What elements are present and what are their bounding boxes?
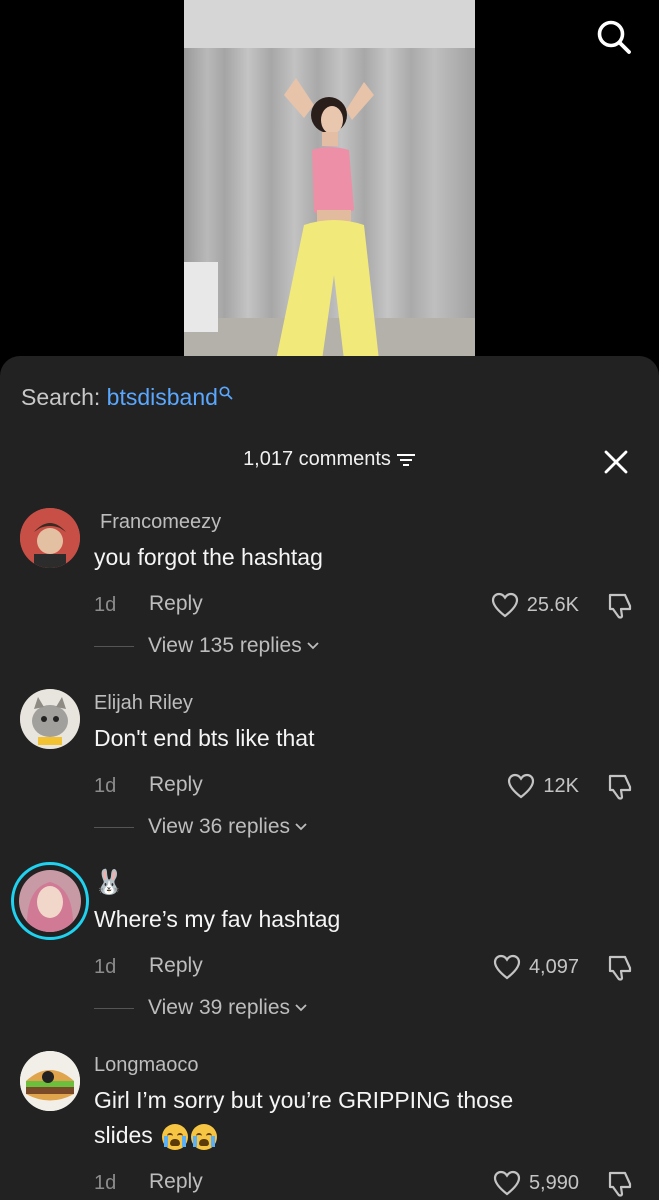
reply-button[interactable]: Reply bbox=[149, 1170, 203, 1194]
comment-text-line: slides bbox=[94, 1118, 218, 1153]
avatar[interactable] bbox=[20, 689, 80, 749]
comment-age: 1d bbox=[94, 956, 117, 978]
view-replies-button[interactable]: View 135 replies bbox=[94, 634, 320, 658]
like-count: 12K bbox=[543, 774, 579, 797]
chevron-down-icon bbox=[295, 1004, 307, 1012]
comment-text: Don't end bts like that bbox=[94, 725, 315, 751]
search-suggestion[interactable]: Search: btsdisband bbox=[21, 384, 233, 411]
divider-line bbox=[94, 826, 134, 828]
comment-text-line: Girl I’m sorry but you’re GRIPPING those bbox=[94, 1087, 514, 1113]
video-player[interactable] bbox=[0, 0, 659, 360]
like-button[interactable]: 5,990 bbox=[493, 1170, 579, 1196]
like-button[interactable]: 25.6K bbox=[491, 592, 579, 618]
view-replies-button[interactable]: View 36 replies bbox=[94, 815, 308, 839]
comment-username[interactable]: Longmaoco bbox=[94, 1054, 199, 1077]
loudly-crying-face-icon bbox=[191, 1123, 218, 1150]
search-icon bbox=[219, 386, 233, 400]
avatar[interactable] bbox=[20, 508, 80, 568]
video-thumbnail bbox=[184, 0, 475, 360]
avatar-image bbox=[20, 508, 80, 568]
comment-age: 1d bbox=[94, 594, 117, 616]
chevron-down-icon bbox=[307, 642, 319, 650]
divider-line bbox=[94, 645, 134, 647]
heart-icon bbox=[493, 954, 521, 980]
like-button[interactable]: 12K bbox=[507, 773, 579, 799]
comment-text: you forgot the hashtag bbox=[94, 544, 323, 570]
like-button[interactable]: 4,097 bbox=[493, 954, 579, 980]
heart-icon bbox=[508, 773, 535, 799]
comment-age: 1d bbox=[94, 775, 117, 797]
comments-header: 1,017 comments bbox=[0, 448, 659, 471]
view-replies-label: View 36 replies bbox=[148, 815, 291, 838]
avatar-image bbox=[20, 1051, 80, 1111]
comment-count: 1,017 comments bbox=[243, 448, 391, 470]
dislike-icon[interactable] bbox=[605, 592, 633, 620]
video-frame[interactable] bbox=[184, 0, 475, 360]
avatar bbox=[19, 870, 81, 932]
chevron-down-icon bbox=[295, 823, 307, 831]
avatar-image bbox=[19, 870, 81, 932]
reply-button[interactable]: Reply bbox=[149, 592, 203, 616]
dislike-icon[interactable] bbox=[605, 773, 633, 801]
heart-icon bbox=[491, 592, 518, 618]
divider-line bbox=[94, 1007, 134, 1009]
like-count: 5,990 bbox=[528, 1171, 579, 1194]
filter-icon[interactable] bbox=[396, 453, 416, 467]
comment-username[interactable]: Elijah Riley bbox=[94, 692, 193, 715]
dislike-icon[interactable] bbox=[605, 1170, 633, 1198]
view-replies-label: View 39 replies bbox=[148, 996, 291, 1019]
heart-icon bbox=[493, 1170, 521, 1196]
comment-text-line2: slides bbox=[94, 1122, 153, 1148]
search-icon[interactable] bbox=[595, 18, 633, 56]
avatar[interactable] bbox=[20, 1051, 80, 1111]
like-count: 25.6K bbox=[526, 593, 579, 616]
reply-button[interactable]: Reply bbox=[149, 773, 203, 797]
comment-username[interactable]: Francomeezy bbox=[100, 511, 221, 534]
comments-sheet: Search: btsdisband 1,017 comments Franco… bbox=[0, 356, 659, 1200]
view-replies-label: View 135 replies bbox=[148, 634, 302, 657]
comment-username[interactable]: 🐰 bbox=[94, 868, 124, 897]
search-label: Search: bbox=[21, 384, 101, 410]
reply-button[interactable]: Reply bbox=[149, 954, 203, 978]
like-count: 4,097 bbox=[528, 955, 579, 978]
dislike-icon[interactable] bbox=[605, 954, 633, 982]
view-replies-button[interactable]: View 39 replies bbox=[94, 996, 308, 1020]
close-icon[interactable] bbox=[603, 449, 629, 475]
comment-text: Where’s my fav hashtag bbox=[94, 906, 341, 932]
avatar-story-ring[interactable] bbox=[11, 862, 89, 940]
avatar-image bbox=[20, 689, 80, 749]
loudly-crying-face-icon bbox=[162, 1123, 189, 1150]
comment-age: 1d bbox=[94, 1172, 117, 1194]
search-query-link[interactable]: btsdisband bbox=[107, 384, 218, 410]
